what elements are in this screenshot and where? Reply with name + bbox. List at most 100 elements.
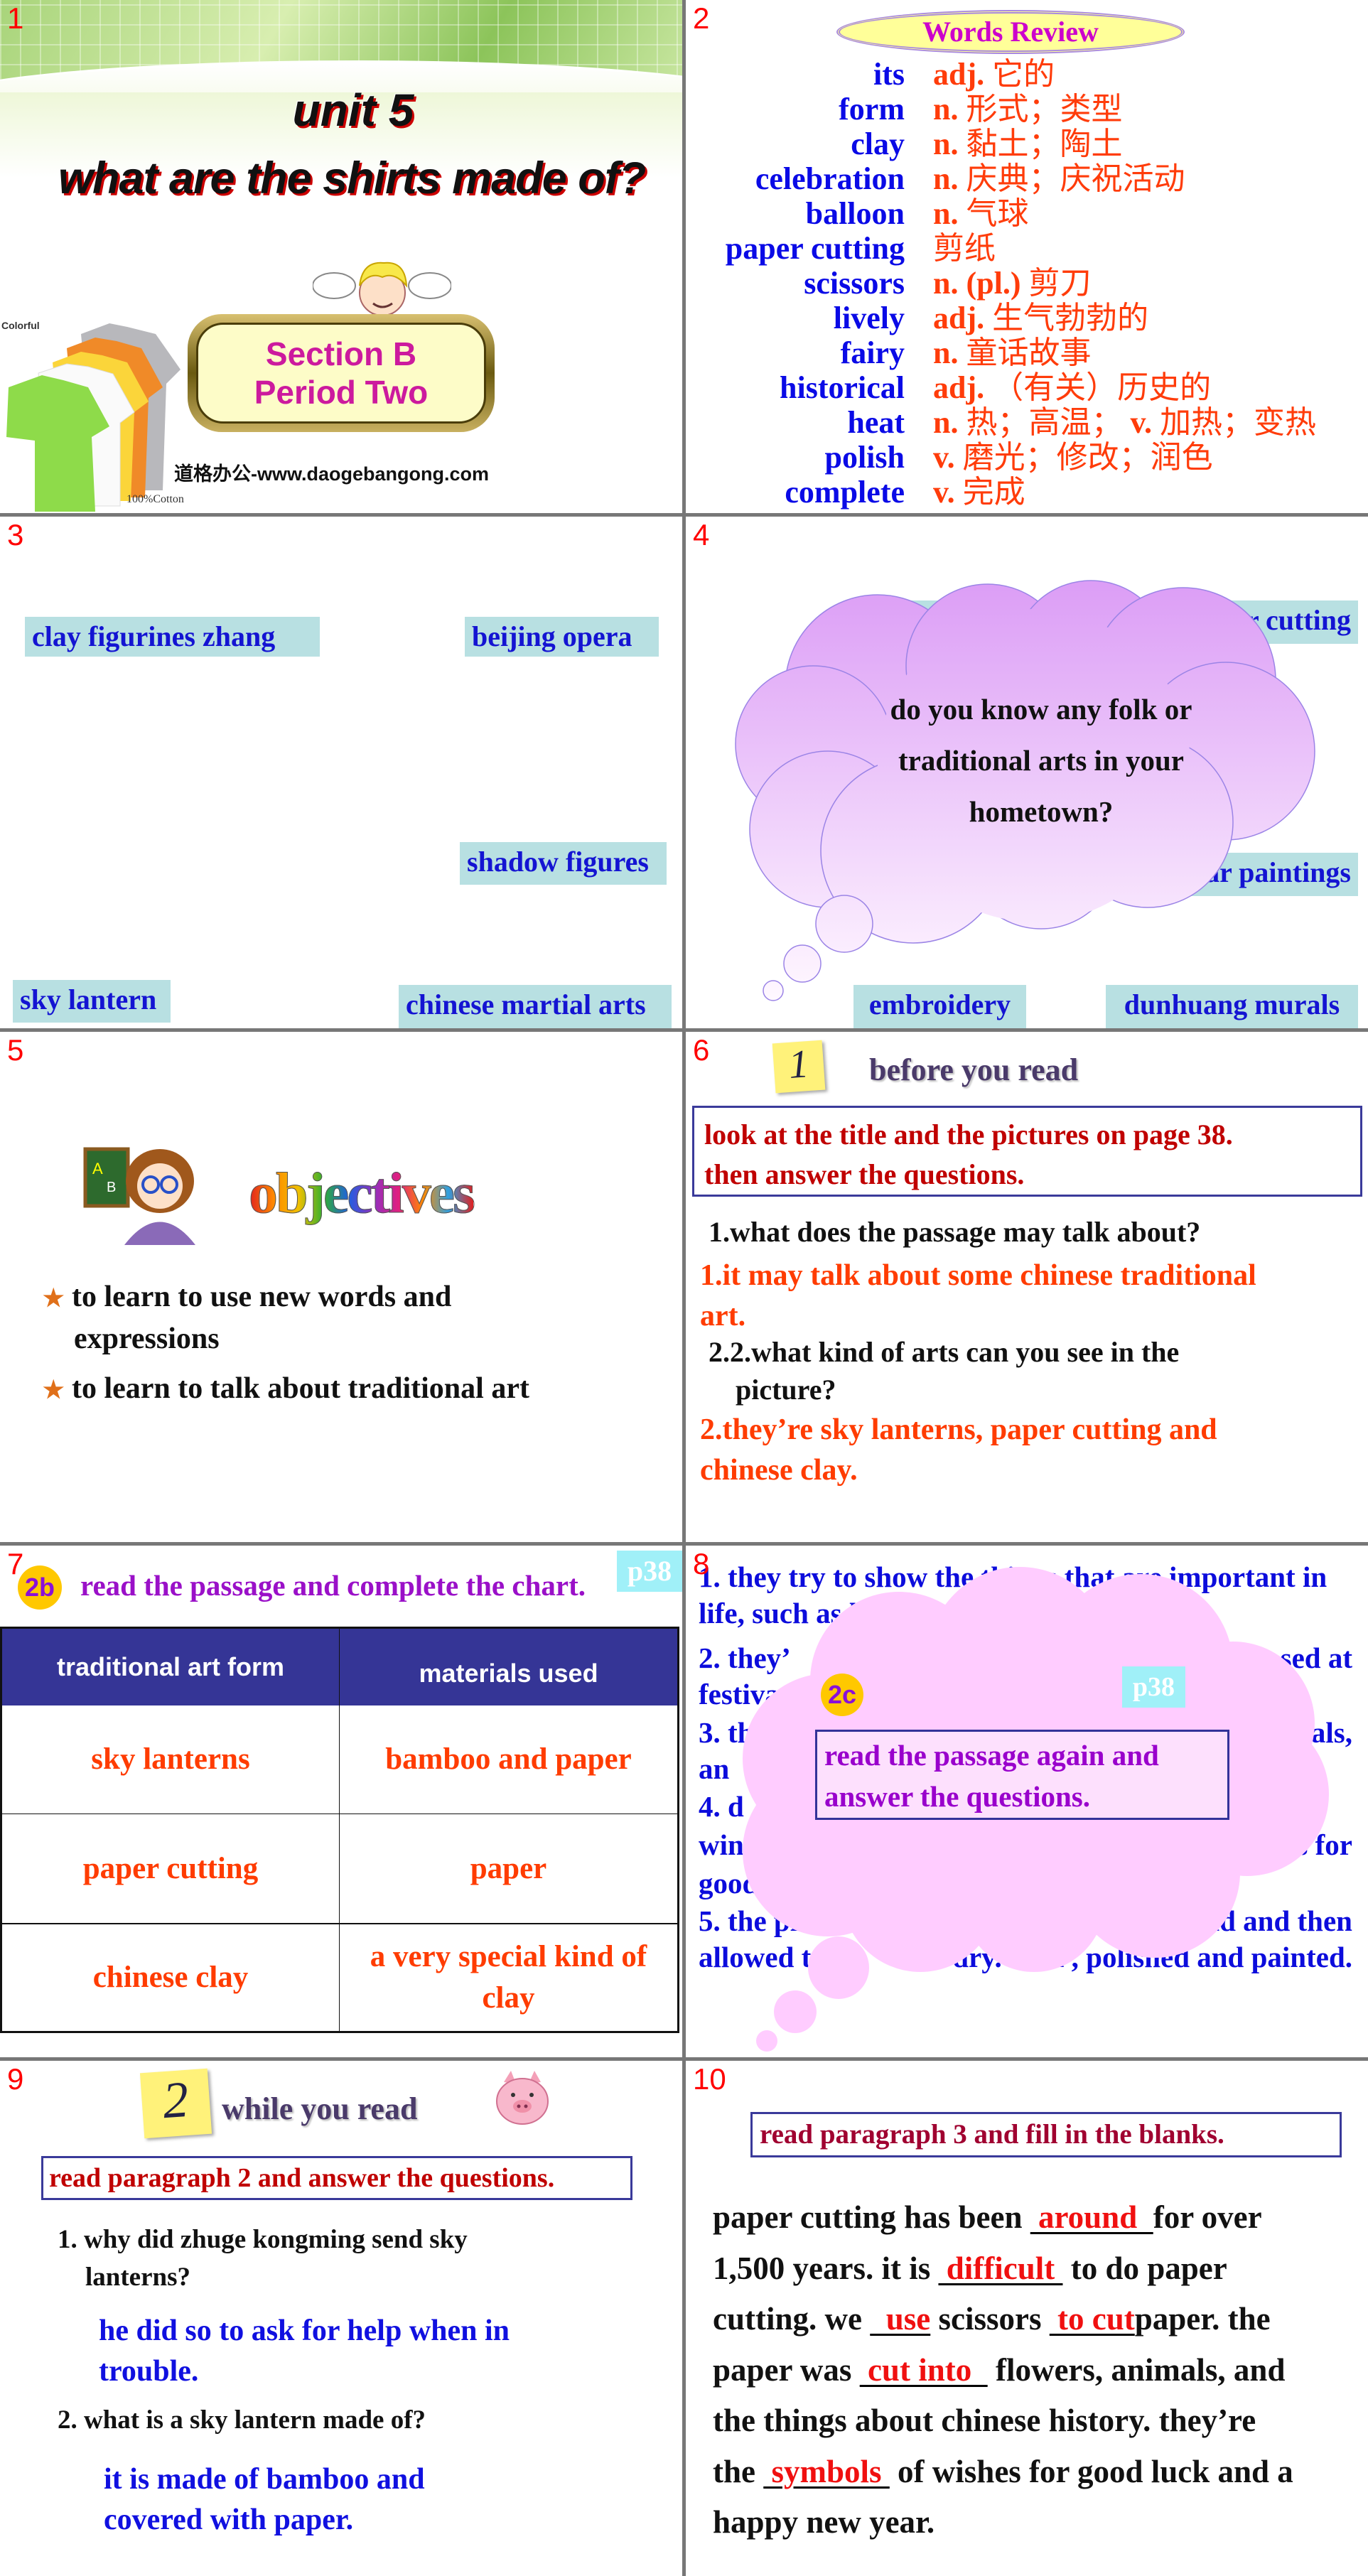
slide-4[interactable]: 4 cl r cutting new year paintings embroi… xyxy=(686,517,1368,1028)
vocab-word: polish xyxy=(824,440,905,475)
table-row: sky lanterns bamboo and paper xyxy=(1,1705,679,1814)
activity-badge: 2c xyxy=(821,1674,863,1716)
passage-line: happy new year. xyxy=(713,2504,935,2540)
table-cell: chinese clay xyxy=(1,1923,340,2032)
vocab-word: clay xyxy=(851,126,905,161)
vocab-word: fairy xyxy=(840,335,905,370)
vocab-definition: 剪纸 xyxy=(933,231,996,266)
shirts-label-colorful: Colorful xyxy=(1,320,40,331)
slide-number: 7 xyxy=(7,1547,24,1580)
question-2: 2. what is a sky lantern made of? xyxy=(58,2405,426,2435)
slide-1[interactable]: 1 unit 5 what are the shirts made of? Co… xyxy=(0,0,682,513)
art-materials-table: traditional art form materials used sky … xyxy=(0,1627,679,2033)
answer-2: it is made of bamboo and covered with pap… xyxy=(104,2463,425,2536)
slide-number: 2 xyxy=(693,1,710,35)
vocab-definition: n. 热；高温； v. 加热；变热 xyxy=(933,405,1317,440)
slide-5[interactable]: 5 A B objectives ★ to learn to use new w… xyxy=(0,1032,682,1542)
shirts-label-cotton: 100%Cotton xyxy=(126,493,184,505)
instruction-box: read paragraph 3 and fill in the blanks. xyxy=(750,2112,1342,2157)
vocab-word: heat xyxy=(847,405,905,440)
slide-10[interactable]: 10 read paragraph 3 and fill in the blan… xyxy=(686,2061,1368,2576)
blank-answer[interactable]: around xyxy=(1030,2199,1153,2235)
passage-line: the symbols of wishes for good luck and … xyxy=(713,2453,1293,2489)
vocab-word: its xyxy=(873,57,905,92)
vocab-word: balloon xyxy=(805,196,905,231)
instruction-box: read paragraph 2 and answer the question… xyxy=(41,2156,632,2200)
instruction-line: then answer the questions. xyxy=(704,1158,1025,1190)
slide-number: 4 xyxy=(693,518,710,551)
vocab-definition: adj. （有关）历史的 xyxy=(933,370,1212,405)
vocab-word: complete xyxy=(785,475,905,510)
slide-8[interactable]: 8 1. they try to show the things that ar… xyxy=(686,1546,1368,2057)
vocab-definition: n. 形式；类型 xyxy=(933,92,1123,126)
table-cell: paper cutting xyxy=(1,1814,340,1924)
teacher-icon: A B xyxy=(83,1147,195,1245)
vocab-definition: n. 童话故事 xyxy=(933,335,1092,370)
slide-number: 8 xyxy=(693,1547,710,1580)
slide-7[interactable]: 7 2b read the passage and complete the c… xyxy=(0,1546,682,2057)
label-beijing-opera[interactable]: beijing opera xyxy=(465,617,659,657)
vocab-definition: v. 完成 xyxy=(933,475,1025,510)
blank-answer[interactable]: to cut xyxy=(1050,2301,1135,2337)
label-clay-figurines[interactable]: clay figurines zhang xyxy=(25,617,320,657)
vocab-definition: n. 庆典；庆祝活动 xyxy=(933,161,1185,196)
step-number: 2 xyxy=(161,2070,190,2130)
slide-3[interactable]: 3 clay figurines zhang beijing opera sha… xyxy=(0,517,682,1028)
question-1: 1.what does the passage may talk about? xyxy=(709,1216,1201,1248)
blank-answer[interactable]: difficult xyxy=(938,2251,1062,2286)
passage-line: cutting. we use scissors to cutpaper. th… xyxy=(713,2301,1271,2337)
blank-answer[interactable]: use xyxy=(870,2301,931,2337)
sticky-note-icon: 1 xyxy=(772,1040,826,1094)
instruction-line: look at the title and the pictures on pa… xyxy=(704,1119,1233,1150)
objectives-heading: objectives xyxy=(248,1160,475,1226)
table-cell: sky lanterns xyxy=(1,1705,340,1814)
sticky-note-icon: 2 xyxy=(139,2068,212,2139)
svg-text:B: B xyxy=(107,1180,116,1195)
slide-number: 5 xyxy=(7,1033,24,1067)
vocab-word: lively xyxy=(833,301,905,335)
vocab-definition: adj. 生气勃勃的 xyxy=(933,301,1149,335)
fill-in-passage: paper cutting has been around for over 1… xyxy=(713,2192,1293,2548)
label-shadow-figures[interactable]: shadow figures xyxy=(460,842,667,885)
objective-item: ★ to learn to use new words and xyxy=(43,1281,452,1313)
section-badge: Section B Period Two xyxy=(188,314,495,432)
passage-line: the things about chinese history. they’r… xyxy=(713,2403,1256,2438)
vocabulary-list: its adj. 它的 form n. 形式；类型 clay n. 黏土；陶土 celebr… xyxy=(686,53,1368,510)
question-line: traditional arts in your xyxy=(898,744,1185,777)
page-tag: p38 xyxy=(1122,1666,1185,1708)
label-martial-arts[interactable]: chinese martial arts xyxy=(399,985,672,1028)
vocab-definition: v. 磨光；修改；润色 xyxy=(933,440,1213,475)
svg-text:A: A xyxy=(92,1160,103,1177)
table-cell: bamboo and paper xyxy=(385,1742,632,1777)
table-row: paper cutting paper xyxy=(1,1814,679,1924)
star-icon: ★ xyxy=(43,1377,65,1403)
vocab-word: celebration xyxy=(755,161,905,196)
slide-9[interactable]: 9 2 while you read read paragraph 2 and … xyxy=(0,2061,682,2576)
table-cell: a very special kind of clay xyxy=(370,1939,647,2015)
slide-6[interactable]: 6 1 before you read look at the title an… xyxy=(686,1032,1368,1542)
period-label: Period Two xyxy=(254,374,429,411)
label-sky-lantern[interactable]: sky lantern xyxy=(13,980,171,1023)
vocab-word: paper cutting xyxy=(725,231,905,266)
vocab-word: form xyxy=(839,92,905,126)
page-tag: p38 xyxy=(617,1551,682,1592)
blank-answer[interactable]: cut into xyxy=(860,2352,988,2388)
question-1: 1. why did zhuge kongming send sky lanter… xyxy=(58,2225,468,2292)
vocab-definition: adj. 它的 xyxy=(933,57,1055,92)
table-cell: paper xyxy=(470,1851,547,1885)
angel-icon xyxy=(313,262,451,316)
step-number: 1 xyxy=(787,1042,810,1087)
slide-2[interactable]: 2 Words Review its adj. 它的 form n. 形式；类型 cla… xyxy=(686,0,1368,513)
instruction-box: look at the title and the pictures on pa… xyxy=(692,1106,1362,1197)
column-header: materials used xyxy=(419,1658,598,1688)
instruction-box: read the passage again and answer the qu… xyxy=(815,1730,1229,1820)
activity-badge: 2b xyxy=(18,1565,62,1610)
vocab-word: scissors xyxy=(804,266,905,301)
words-review-banner: Words Review xyxy=(836,10,1185,54)
blank-answer[interactable]: symbols xyxy=(763,2454,890,2489)
vocab-definition: n. 黏土；陶土 xyxy=(933,126,1123,161)
shirts-image xyxy=(6,323,181,512)
section-heading: before you read xyxy=(869,1052,1079,1087)
slide-number: 10 xyxy=(693,2062,726,2096)
vocab-word: historical xyxy=(780,370,905,405)
